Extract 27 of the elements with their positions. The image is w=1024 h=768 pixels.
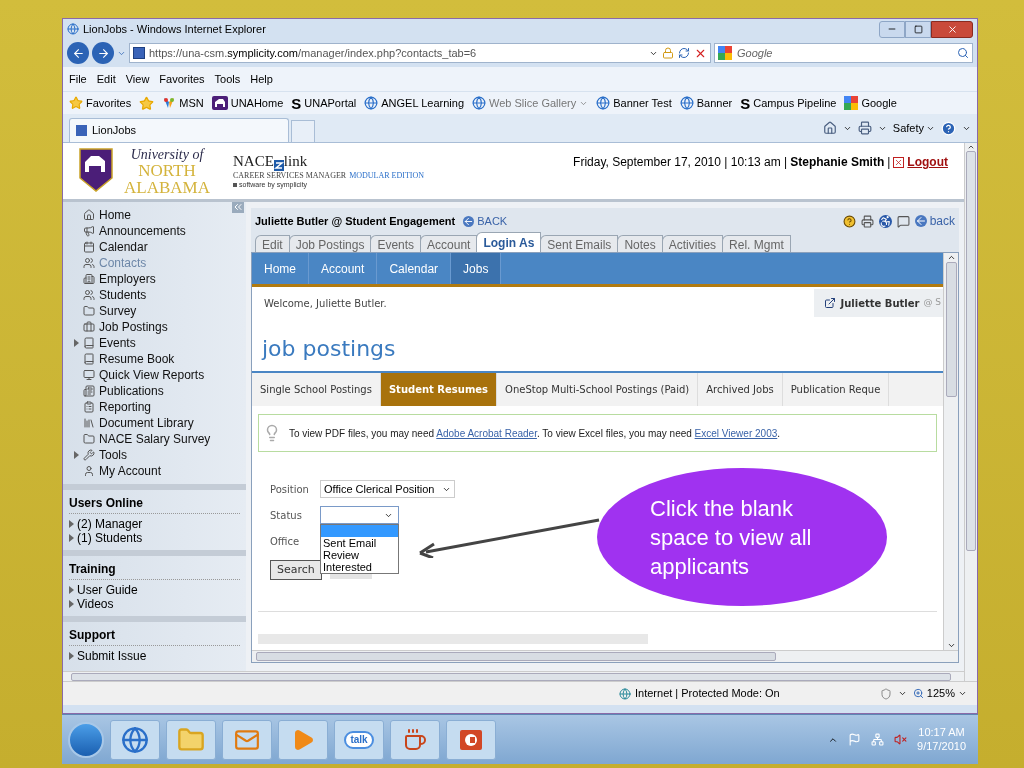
field-label: Status [270,508,303,523]
panel-title: Users Online [69,494,240,514]
product-subtitle: CAREER SERVICES MANAGER [233,170,347,181]
product-name: link [283,152,308,171]
speech-bubble-icon: talk [344,730,374,749]
window-title: LionJobs - Windows Internet Explorer [83,21,266,37]
s-logo-icon: S [740,95,751,111]
university-name: University of [130,148,204,162]
panel-title: Training [69,560,240,580]
separator-text: | [887,154,891,171]
user-name: Stephanie Smith [790,154,885,171]
page-heading: job postings [260,335,397,363]
welcome-text: Welcome, Juliette Butler. [264,296,387,311]
product-name: NACE [233,152,274,171]
field-label: Office [270,534,300,549]
notice-text: To view PDF files, you may need Adobe Acrobat Reader. To view Excel files, you may need Excel Viewer 2003. [289,426,781,441]
s-logo-icon: S [291,95,302,111]
contact-title: Juliette Butler @ Student Engagement [255,213,456,229]
date-time-text: Friday, September 17, 2010 | 10:13 am | [573,154,788,171]
panel-title: Support [69,626,240,646]
url-text: https://una-csm.symplicity.com/manager/index.php?contacts_tab=6 [149,45,477,61]
product-edition: MODULAR EDITION [349,170,425,181]
field-label: Position [270,482,310,497]
university-name: NORTH [138,162,196,179]
zone-text: Internet | Protected Mode: On [635,686,780,702]
callout-text: Click the blank space to view all applicants [650,494,813,581]
university-name: ALABAMA [124,179,210,196]
